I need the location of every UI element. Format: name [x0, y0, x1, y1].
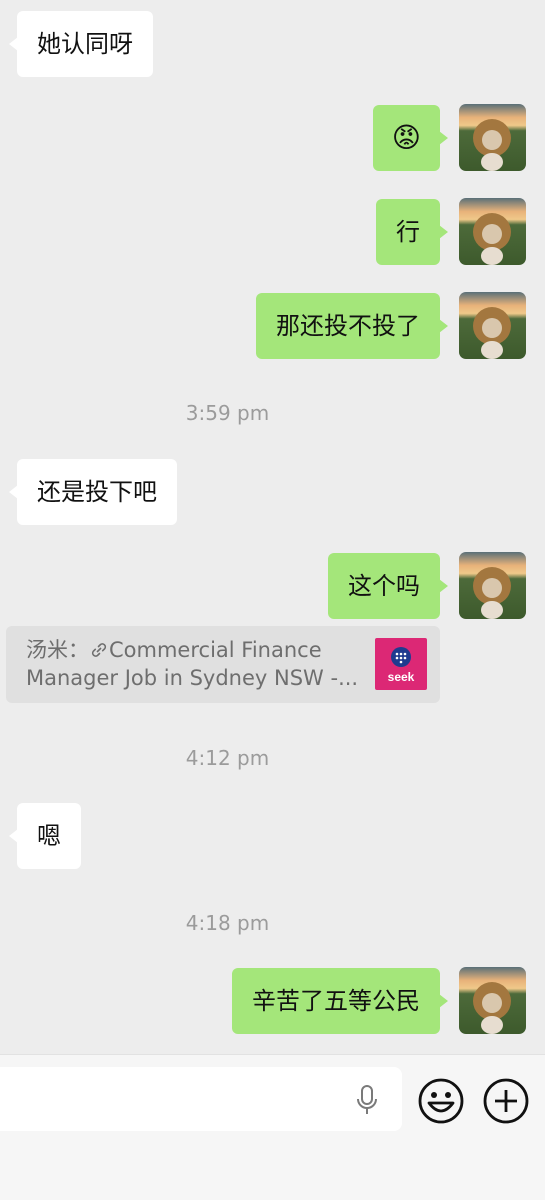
timestamp: 4:18 pm [185, 911, 270, 935]
message-bubble-outgoing[interactable]: 那还投不投了 [256, 293, 448, 359]
link-icon [91, 643, 107, 657]
message-text: 嗯 [37, 822, 61, 850]
message-bubble-incoming[interactable]: 嗯 [9, 803, 81, 869]
avatar[interactable] [459, 292, 526, 359]
message-bubble-incoming[interactable]: 她认同呀 [9, 11, 153, 77]
seek-logo: seek [375, 638, 427, 690]
quoted-message[interactable]: 汤米： Commercial Finance Manager Job in Syd… [6, 626, 440, 703]
message-bubble-outgoing[interactable]: 行 [376, 199, 448, 265]
message-bubble-outgoing[interactable]: 辛苦了五等公民 [232, 968, 448, 1034]
quote-line-1: Commercial Finance [109, 638, 322, 662]
avatar[interactable] [459, 967, 526, 1034]
avatar[interactable] [459, 198, 526, 265]
lion-cat-avatar-image [459, 198, 526, 265]
message-bubble-outgoing[interactable]: 这个吗 [328, 553, 448, 619]
plus-icon[interactable] [482, 1077, 530, 1125]
angry-face-emoji: 😡 [391, 121, 421, 154]
message-text: 这个吗 [348, 572, 420, 600]
message-text: 辛苦了五等公民 [252, 987, 420, 1015]
quote-line-2: Manager Job in Sydney NSW -... [26, 666, 359, 690]
quoted-message-text: 汤米： Commercial Finance Manager Job in Syd… [26, 636, 371, 692]
lion-cat-avatar-image [459, 292, 526, 359]
lion-cat-avatar-image [459, 967, 526, 1034]
avatar[interactable] [459, 104, 526, 171]
message-text: 她认同呀 [37, 30, 133, 58]
quote-author: 汤米： [26, 638, 89, 662]
message-text: 那还投不投了 [276, 312, 420, 340]
message-text: 行 [396, 218, 420, 246]
input-bar [0, 1054, 545, 1200]
message-bubble-outgoing[interactable]: 😡 [372, 105, 449, 171]
message-text: 还是投下吧 [37, 478, 157, 506]
avatar[interactable] [459, 552, 526, 619]
message-bubble-incoming[interactable]: 还是投下吧 [9, 459, 177, 525]
seek-logo-text: seek [388, 670, 415, 684]
message-input[interactable] [0, 1067, 402, 1131]
emoji-icon[interactable] [417, 1077, 465, 1125]
timestamp: 4:12 pm [185, 746, 270, 770]
lion-cat-avatar-image [459, 104, 526, 171]
timestamp: 3:59 pm [185, 401, 270, 425]
microphone-icon[interactable] [354, 1084, 380, 1116]
lion-cat-avatar-image [459, 552, 526, 619]
